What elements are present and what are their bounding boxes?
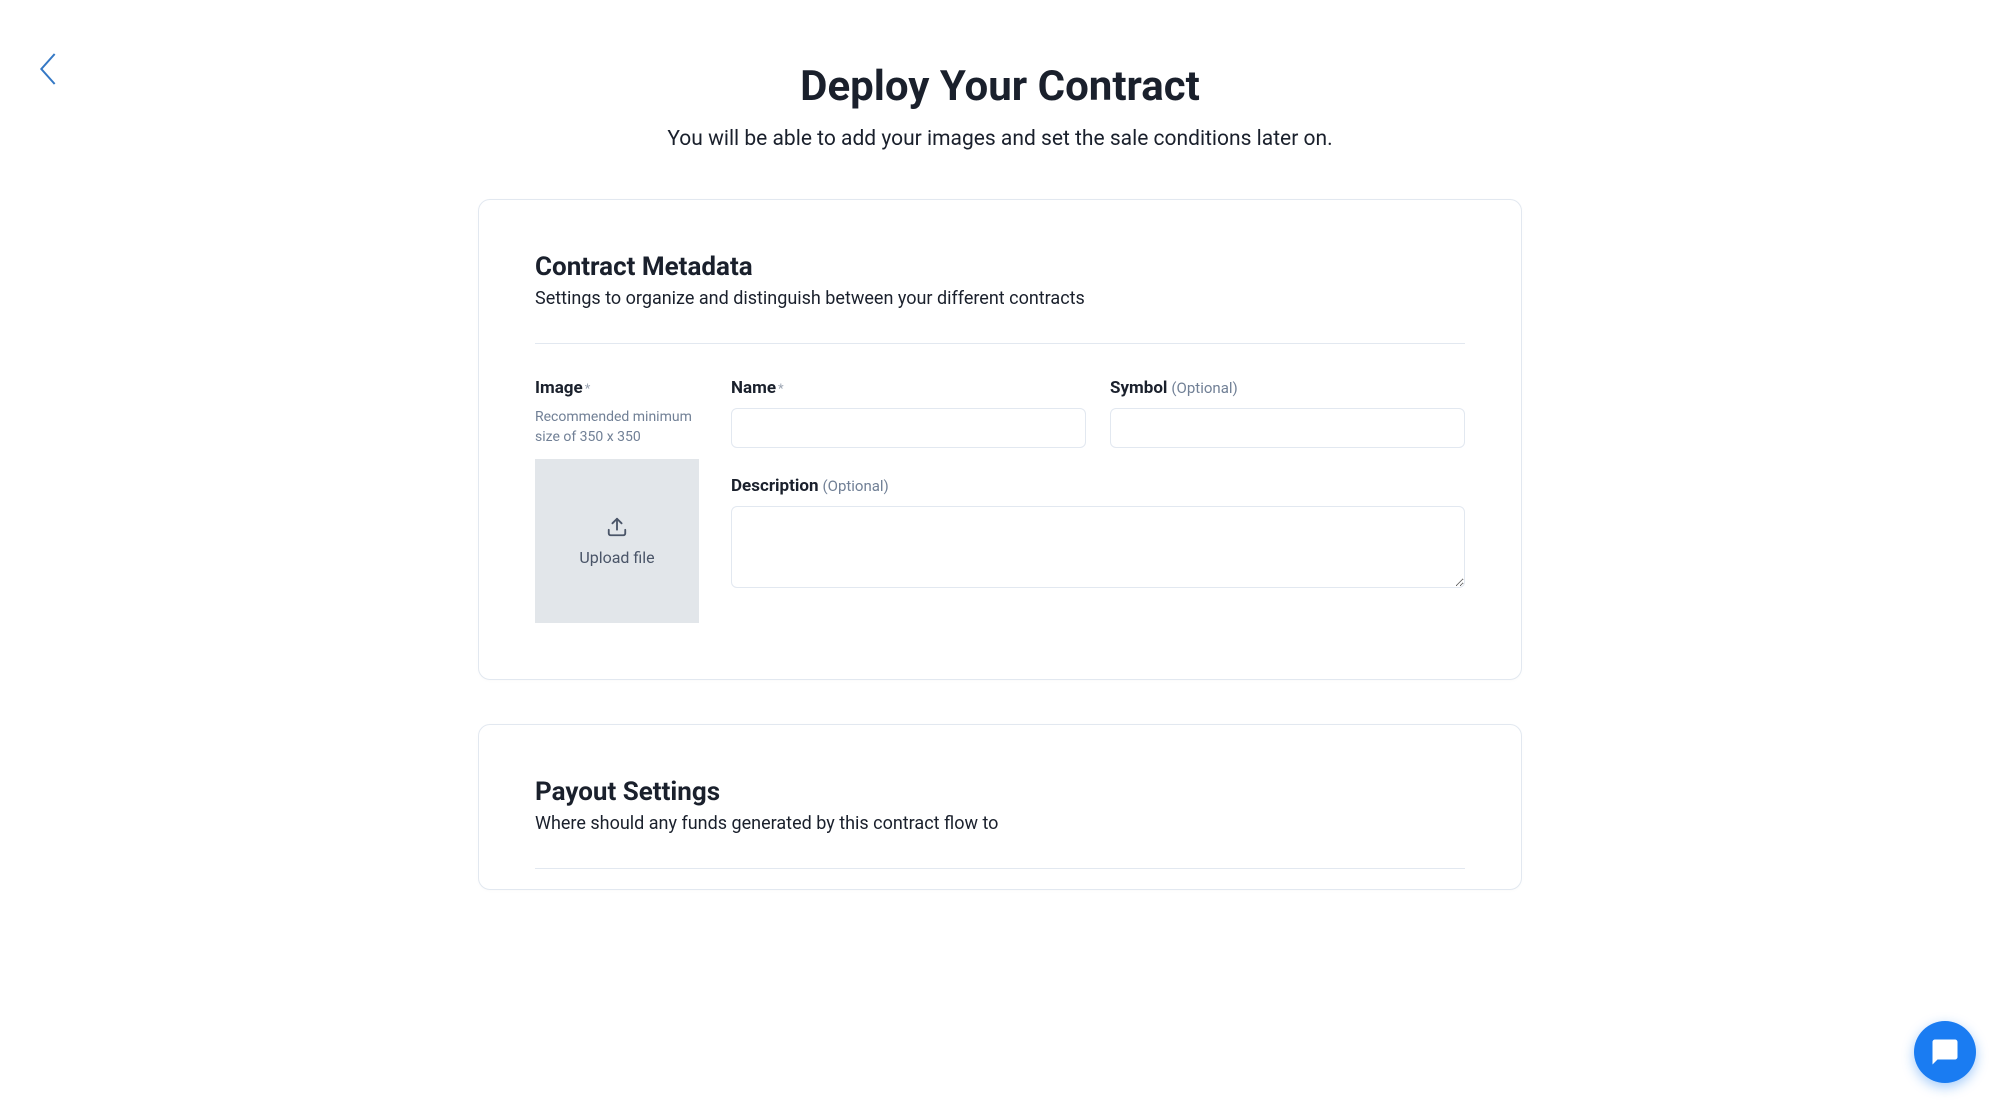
metadata-section-subtitle: Settings to organize and distinguish bet… (535, 288, 1465, 309)
chat-button[interactable] (1914, 1021, 1976, 1083)
chevron-left-icon (38, 52, 58, 86)
image-upload-box[interactable]: Upload file (535, 459, 699, 623)
payout-settings-card: Payout Settings Where should any funds g… (478, 724, 1522, 890)
required-mark: * (778, 382, 784, 397)
page-title: Deploy Your Contract (478, 62, 1522, 111)
image-hint: Recommended minimum size of 350 x 350 (535, 408, 699, 447)
symbol-label: Symbol(Optional) (1110, 378, 1465, 398)
optional-mark: (Optional) (822, 477, 888, 495)
required-mark: * (585, 382, 591, 397)
back-button[interactable] (38, 52, 58, 90)
page-subtitle: You will be able to add your images and … (478, 127, 1522, 151)
chat-icon (1930, 1037, 1960, 1067)
symbol-input[interactable] (1110, 408, 1465, 448)
name-input[interactable] (731, 408, 1086, 448)
divider (535, 868, 1465, 869)
image-label: Image* (535, 378, 699, 398)
metadata-section-title: Contract Metadata (535, 252, 1465, 282)
optional-mark: (Optional) (1171, 379, 1237, 397)
payout-section-subtitle: Where should any funds generated by this… (535, 813, 1465, 834)
divider (535, 343, 1465, 344)
description-label: Description(Optional) (731, 476, 1465, 496)
upload-text: Upload file (579, 548, 654, 567)
name-label: Name* (731, 378, 1086, 398)
upload-icon (606, 516, 628, 538)
payout-section-title: Payout Settings (535, 777, 1465, 807)
contract-metadata-card: Contract Metadata Settings to organize a… (478, 199, 1522, 680)
description-input[interactable] (731, 506, 1465, 588)
